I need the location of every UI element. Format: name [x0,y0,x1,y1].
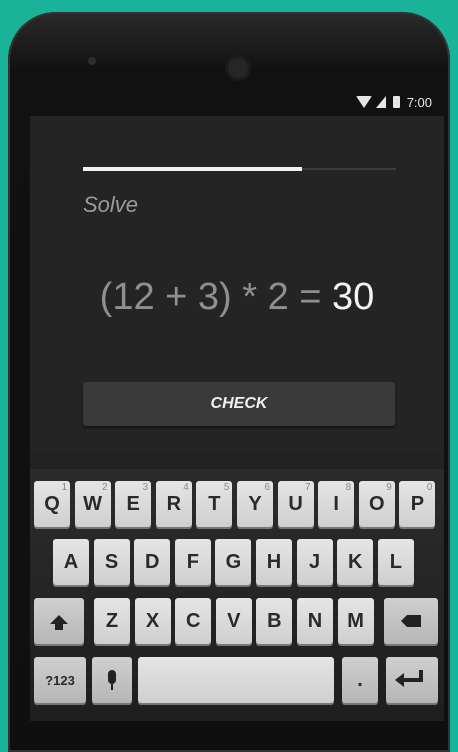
key-label: D [144,550,160,573]
enter-icon [395,670,423,687]
front-camera [225,55,251,81]
key-label: M [347,609,364,632]
sensor-dot [88,57,96,65]
key-z[interactable]: Z [94,598,130,644]
battery-icon [392,96,400,108]
quiz-content: Solve (12 + 3) * 2 = 30 CHECK [30,116,444,451]
key-u[interactable]: U7 [277,481,314,527]
key-label: U [288,492,303,515]
key-hint: 2 [102,482,108,493]
progress-fill [83,167,303,171]
key-label: V [227,609,241,632]
key-label: H [266,550,282,573]
check-button[interactable]: CHECK [83,382,395,426]
wifi-icon [355,96,372,108]
period-key[interactable]: . [342,657,378,703]
key-label: . [357,668,363,691]
key-label: L [389,550,402,573]
key-hint: 1 [61,482,67,493]
shift-icon [50,614,68,630]
key-label: T [208,492,221,515]
key-hint: 5 [223,482,230,493]
phone-screen: 7:00 Solve (12 + 3) * 2 = 30 CHECK Q1W2E… [30,88,444,721]
mic-icon [108,670,116,690]
key-l[interactable]: L [377,539,414,585]
key-a[interactable]: A [53,539,89,585]
key-e[interactable]: E3 [115,481,152,527]
key-hint: 3 [142,482,149,493]
key-label: ?123 [45,672,75,688]
progress-bar [83,167,396,171]
key-q[interactable]: Q1 [34,481,70,527]
key-x[interactable]: X [134,598,171,644]
backspace-icon [401,615,421,627]
key-hint: 8 [345,482,352,493]
key-h[interactable]: H [256,539,292,585]
key-p[interactable]: P0 [399,481,436,527]
signal-icon [375,96,386,108]
enter-key[interactable] [386,657,438,703]
key-d[interactable]: D [134,539,171,585]
status-bar: 7:00 [30,88,444,116]
key-hint: 9 [386,482,392,493]
key-y[interactable]: Y6 [237,481,273,527]
key-label: K [347,550,363,573]
key-j[interactable]: J [296,539,333,585]
status-icons: 7:00 [355,94,432,110]
mic-key[interactable] [92,657,132,703]
spacebar-key[interactable] [138,657,334,703]
key-label: O [369,492,385,515]
key-label: B [267,609,282,632]
soft-keyboard: Q 1 W 2 E 3 R 4 T 5 Y 6 U 7 I 8 O 9 P 0 A S D F G H J K L Z X C V B N M ?123… [30,469,444,721]
key-hint: 0 [426,482,433,493]
key-label: W [83,492,103,515]
key-label: G [225,550,242,573]
key-label: Y [248,492,262,515]
expression-text: (12 + 3) * 2 = [99,276,333,318]
key-o[interactable]: O9 [358,481,395,527]
key-hint: 7 [305,482,311,493]
key-hint: 4 [183,482,189,493]
key-w[interactable]: W2 [74,481,111,527]
key-label: R [166,492,182,515]
equation: (12 + 3) * 2 = 30 [30,276,444,319]
symbols-key[interactable]: ?123 [34,657,86,703]
key-label: X [145,609,160,632]
key-g[interactable]: G [215,539,252,585]
prompt-label: Solve [83,192,139,217]
key-label: N [307,609,323,632]
key-t[interactable]: T5 [196,481,233,527]
key-s[interactable]: S [93,539,130,585]
key-f[interactable]: F [174,539,211,585]
key-n[interactable]: N [297,598,333,644]
key-label: I [333,492,339,515]
key-label: P [410,492,425,515]
backspace-key[interactable] [384,598,438,644]
key-label: J [309,550,321,573]
key-label: A [63,550,79,573]
shift-key[interactable] [34,598,84,644]
key-label: F [186,550,199,573]
key-label: C [185,609,201,632]
key-label: Q [44,492,60,515]
status-time: 7:00 [406,94,432,110]
key-m[interactable]: M [337,598,374,644]
key-k[interactable]: K [337,539,374,585]
key-c[interactable]: C [175,598,212,644]
key-b[interactable]: B [256,598,293,644]
key-label: Z [105,609,119,632]
key-r[interactable]: R4 [155,481,192,527]
key-hint: 6 [264,482,270,493]
key-v[interactable]: V [215,598,252,644]
key-label: S [104,550,119,573]
answer-input[interactable]: 30 [332,276,374,318]
key-label: E [126,492,140,515]
key-i[interactable]: I8 [318,481,355,527]
